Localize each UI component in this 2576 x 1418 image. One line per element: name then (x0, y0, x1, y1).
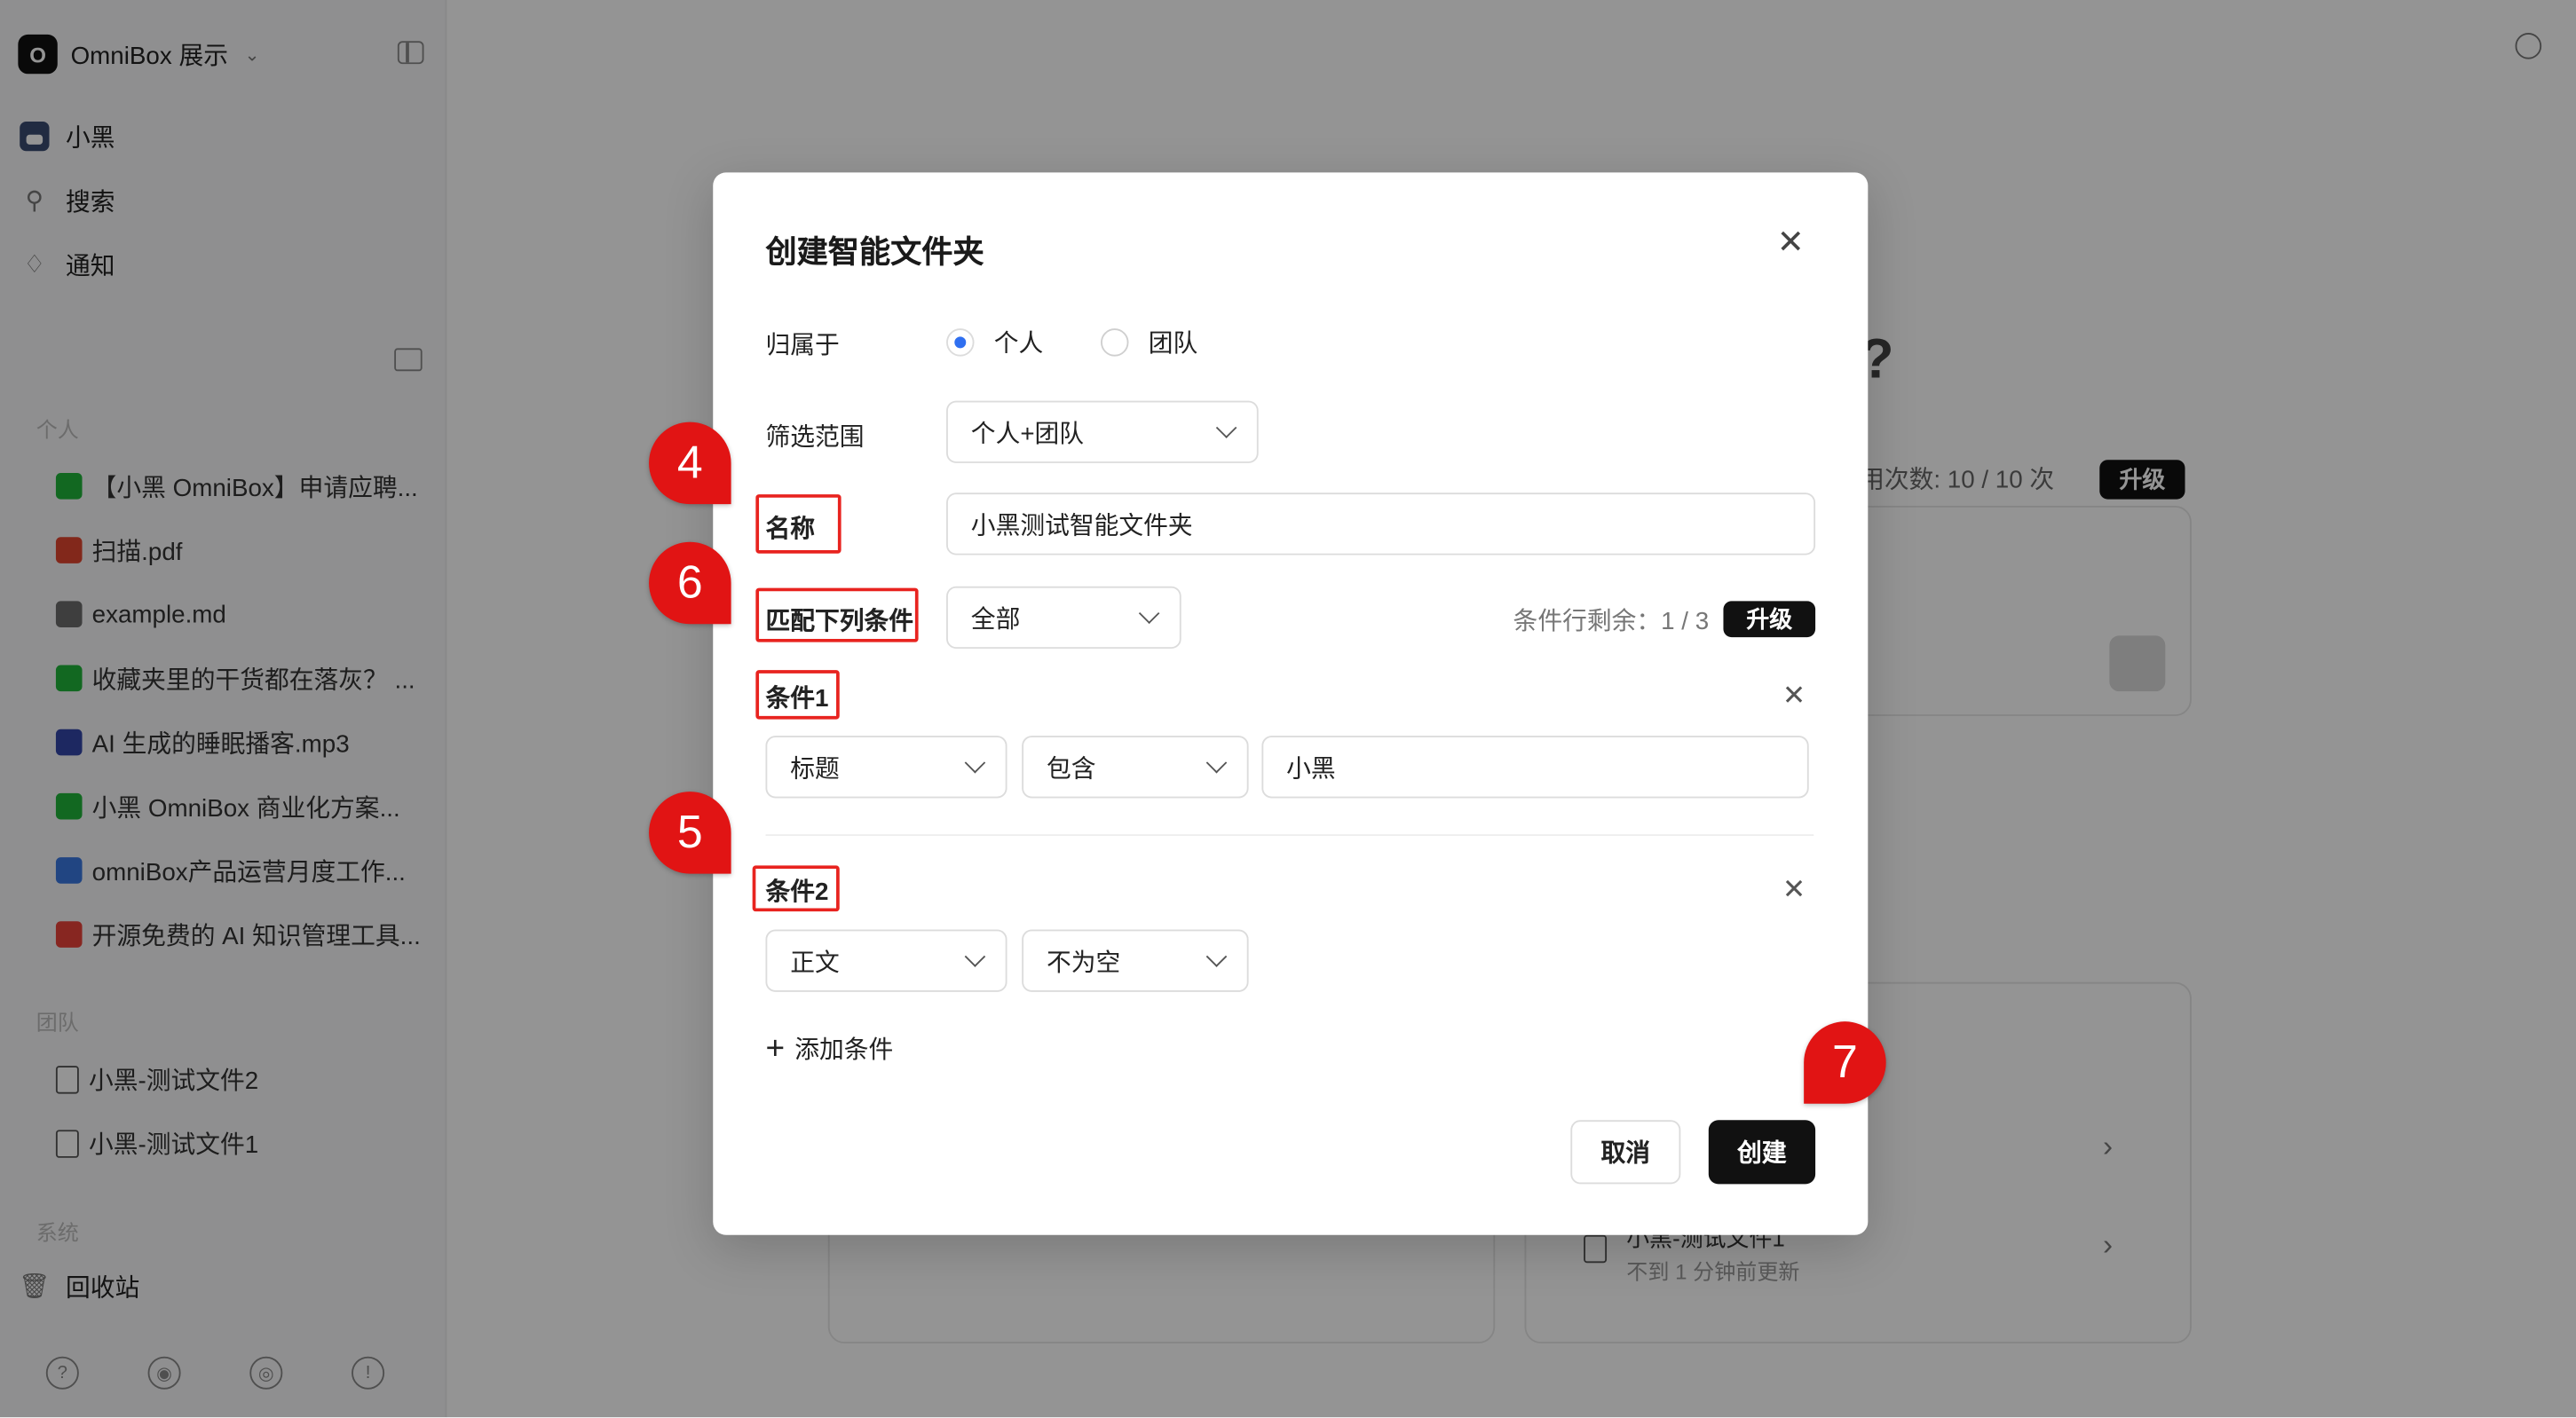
match-mode-select[interactable]: 全部 (946, 586, 1181, 650)
add-condition-button[interactable]: + 添加条件 (765, 1031, 893, 1066)
condition-1-operator-select[interactable]: 包含 (1022, 736, 1249, 799)
cancel-button[interactable]: 取消 (1570, 1120, 1681, 1185)
remaining-conditions: 条件行剩余：1 / 3 (1513, 607, 1710, 636)
radio-checked-icon (946, 328, 975, 357)
chevron-down-icon (1205, 946, 1228, 967)
condition-1-value-input[interactable]: 小黑 (1261, 736, 1809, 799)
scope-select[interactable]: 个人+团队 (946, 400, 1259, 463)
scope-label: 筛选范围 (765, 423, 865, 452)
chevron-down-icon (1205, 752, 1228, 774)
step-marker-6: 6 (649, 541, 731, 625)
close-icon[interactable]: ✕ (1778, 680, 1811, 713)
highlight-box-name (755, 494, 842, 554)
upgrade-button[interactable]: 升级 (1723, 601, 1816, 638)
chevron-down-icon (1138, 603, 1160, 625)
owner-option-personal[interactable]: 个人 (946, 325, 1043, 359)
divider (765, 834, 1814, 837)
chevron-down-icon (964, 946, 986, 967)
create-button[interactable]: 创建 (1708, 1120, 1816, 1185)
chevron-down-icon (1215, 417, 1237, 438)
radio-unchecked-icon (1101, 328, 1129, 357)
highlight-box-match (755, 587, 919, 642)
owner-option-team[interactable]: 团队 (1101, 325, 1197, 359)
close-icon[interactable]: ✕ (1771, 222, 1810, 261)
highlight-box-condition-2 (752, 865, 840, 912)
plus-icon: + (765, 1030, 786, 1067)
chevron-down-icon (964, 752, 986, 774)
highlight-box-condition-1 (755, 670, 840, 720)
condition-2-operator-select[interactable]: 不为空 (1022, 929, 1249, 992)
step-marker-7: 7 (1804, 1021, 1886, 1104)
dialog-title: 创建智能文件夹 (765, 236, 984, 272)
name-input[interactable]: 小黑测试智能文件夹 (946, 492, 1816, 555)
owner-label: 归属于 (765, 331, 840, 360)
step-marker-4: 4 (649, 421, 731, 505)
create-smart-folder-dialog: 创建智能文件夹 ✕ 归属于 个人 团队 筛选范围 个人+团队 名称 小黑测试智能… (713, 172, 1869, 1235)
condition-2-field-select[interactable]: 正文 (765, 929, 1007, 992)
close-icon[interactable]: ✕ (1778, 874, 1811, 907)
step-marker-5: 5 (649, 792, 731, 874)
condition-1-field-select[interactable]: 标题 (765, 736, 1007, 799)
